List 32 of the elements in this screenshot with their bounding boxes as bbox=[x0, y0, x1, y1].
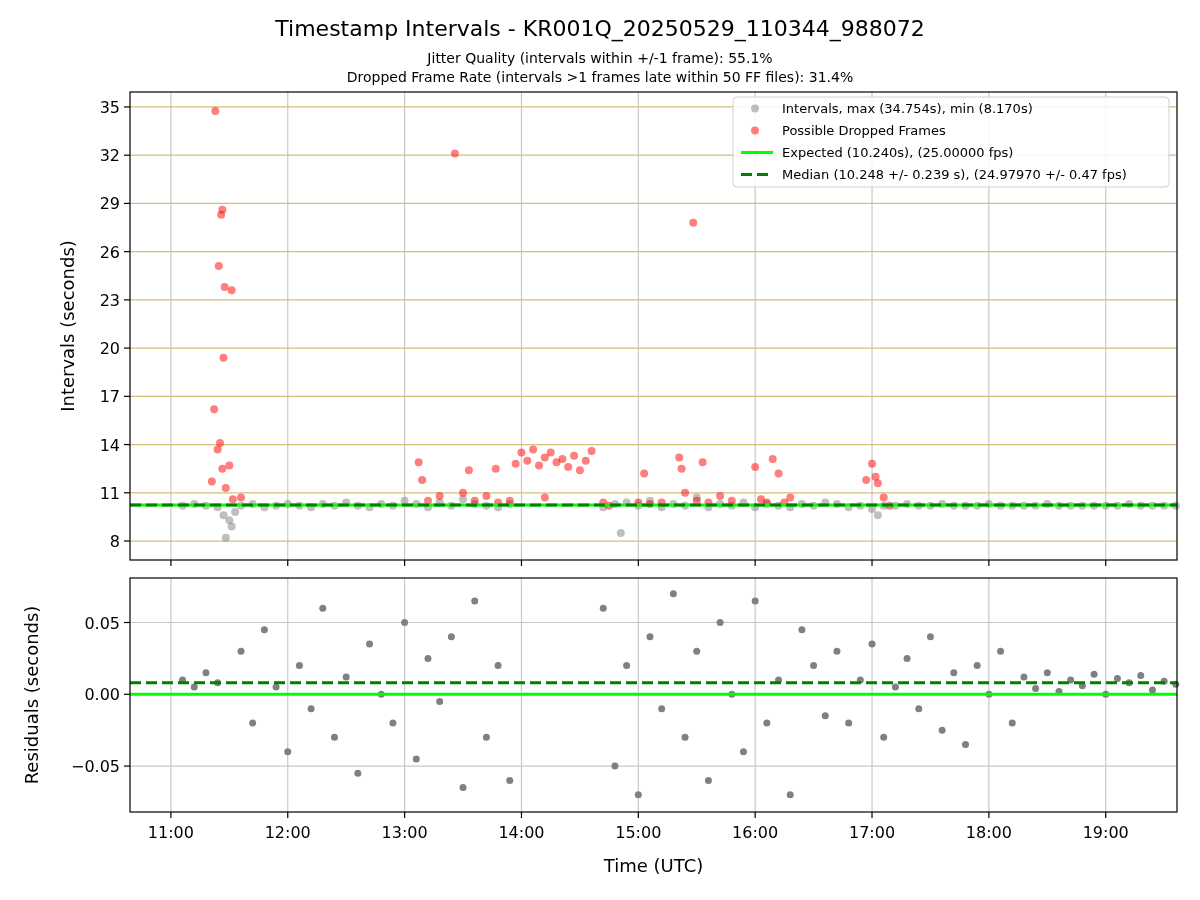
axis-tick-label: 18:00 bbox=[965, 823, 1012, 842]
legend-label: Possible Dropped Frames bbox=[782, 123, 946, 138]
axis-tick-label: 19:00 bbox=[1082, 823, 1129, 842]
axis-tick-label: 32 bbox=[99, 146, 120, 166]
chart-title: Timestamp Intervals - KR001Q_20250529_110344_988072 bbox=[275, 16, 925, 41]
axis-tick-label: 29 bbox=[99, 194, 120, 214]
axis-tick-label: 11 bbox=[99, 483, 120, 503]
axis-tick-label: 26 bbox=[99, 242, 120, 262]
axis-title: Intervals (seconds) bbox=[57, 240, 78, 412]
axis-tick-label: 15:00 bbox=[615, 823, 662, 842]
axis-tick-label: 17 bbox=[99, 387, 120, 407]
legend-label: Expected (10.240s), (25.00000 fps) bbox=[782, 145, 1014, 160]
chart-subtitle: Jitter Quality (intervals within +/-1 frame): 55.1% bbox=[427, 50, 773, 66]
axis-tick-label: 23 bbox=[99, 290, 120, 310]
axis-tick-label: 0.05 bbox=[84, 613, 120, 633]
axis-tick-label: 11:00 bbox=[147, 823, 194, 842]
axis-tick-label: 20 bbox=[99, 339, 120, 359]
axis-tick-label: 13:00 bbox=[381, 823, 428, 842]
axis-title: Time (UTC) bbox=[603, 855, 704, 876]
axis-tick-label: 14:00 bbox=[498, 823, 545, 842]
chart-subtitle: Dropped Frame Rate (intervals >1 frames late within 50 FF files): 31.4% bbox=[346, 69, 854, 85]
axis-tick-label: 17:00 bbox=[848, 823, 896, 842]
axis-title: Residuals (seconds) bbox=[21, 605, 42, 785]
axis-tick-label: 8 bbox=[109, 532, 120, 552]
axis-tick-label: 14 bbox=[99, 435, 120, 455]
axis-tick-label: 0.00 bbox=[84, 685, 120, 705]
legend-label: Median (10.248 +/- 0.239 s), (24.97970 +/- 0.47 fps) bbox=[782, 167, 1127, 182]
axis-tick-label: 16:00 bbox=[732, 823, 779, 842]
axis-tick-label: −0.05 bbox=[70, 757, 120, 777]
axis-tick-label: 12:00 bbox=[264, 823, 311, 842]
legend-label: Intervals, max (34.754s), min (8.170s) bbox=[782, 101, 1033, 116]
axis-tick-label: 35 bbox=[99, 97, 120, 117]
